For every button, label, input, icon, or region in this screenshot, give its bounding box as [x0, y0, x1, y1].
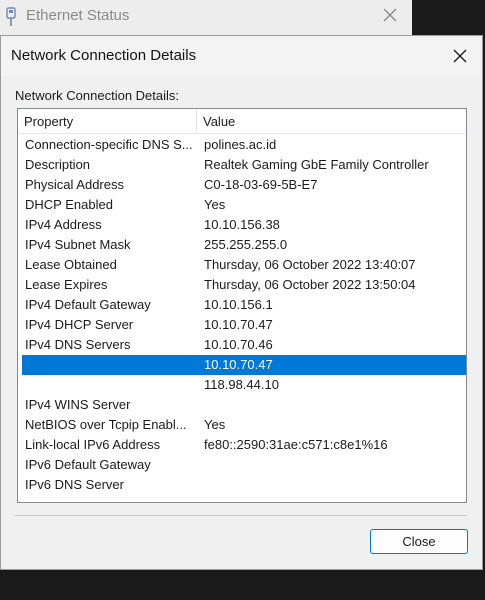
close-icon[interactable]: [380, 6, 400, 26]
row-property: Description: [25, 157, 91, 172]
row-property: DHCP Enabled: [25, 197, 113, 212]
dialog-title: Network Connection Details: [11, 47, 197, 64]
list-header: Property Value: [18, 109, 466, 134]
row-property: NetBIOS over Tcpip Enabl...: [25, 417, 187, 432]
row-value: Realtek Gaming GbE Family Controller: [204, 157, 429, 172]
row-value: Yes: [204, 197, 226, 212]
list-item[interactable]: DHCP Enabled Yes: [22, 195, 466, 215]
dialog-titlebar: Network Connection Details: [1, 36, 482, 76]
list-item[interactable]: IPv4 WINS Server: [22, 395, 466, 415]
details-group-label: Network Connection Details:: [15, 88, 180, 103]
row-value: 255.255.255.0: [204, 237, 288, 252]
list-item[interactable]: IPv6 DNS Server: [22, 475, 466, 495]
list-item[interactable]: Connection-specific DNS S... polines.ac.i…: [22, 135, 466, 155]
list-item[interactable]: 118.98.44.10: [22, 375, 466, 395]
row-property: IPv6 DNS Server: [25, 477, 124, 492]
details-list[interactable]: Property Value Connection-specific DNS S…: [17, 108, 467, 503]
row-property: IPv4 DNS Servers: [25, 337, 131, 352]
list-item[interactable]: Description Realtek Gaming GbE Family Con…: [22, 155, 466, 175]
list-item[interactable]: Physical Address C0-18-03-69-5B-E7: [22, 175, 466, 195]
row-property: IPv4 Default Gateway: [25, 297, 151, 312]
row-value: 10.10.70.47: [204, 317, 273, 332]
close-button[interactable]: Close: [370, 529, 468, 554]
row-property: Connection-specific DNS S...: [25, 137, 193, 152]
row-value: 10.10.70.47: [204, 357, 273, 372]
close-icon[interactable]: [445, 42, 475, 70]
row-value: Thursday, 06 October 2022 13:50:04: [204, 277, 416, 292]
list-rows: Connection-specific DNS S... polines.ac.i…: [22, 135, 466, 495]
list-item[interactable]: IPv6 Default Gateway: [22, 455, 466, 475]
list-item[interactable]: Lease Obtained Thursday, 06 October 2022 …: [22, 255, 466, 275]
row-property: Lease Expires: [25, 277, 108, 292]
row-property: IPv4 Subnet Mask: [25, 237, 131, 252]
column-header-value[interactable]: Value: [203, 114, 235, 129]
ethernet-status-title: Ethernet Status: [26, 7, 130, 24]
row-value: 10.10.70.46: [204, 337, 273, 352]
list-item[interactable]: IPv4 Subnet Mask 255.255.255.0: [22, 235, 466, 255]
list-item[interactable]: IPv4 Default Gateway 10.10.156.1: [22, 295, 466, 315]
row-value: polines.ac.id: [204, 137, 277, 152]
row-property: IPv4 Address: [25, 217, 102, 232]
row-property: Physical Address: [25, 177, 124, 192]
row-property: IPv4 WINS Server: [25, 397, 131, 412]
row-value: 10.10.156.38: [204, 217, 280, 232]
list-item[interactable]: Lease Expires Thursday, 06 October 2022 1…: [22, 275, 466, 295]
list-item[interactable]: IPv4 Address 10.10.156.38: [22, 215, 466, 235]
row-property: Lease Obtained: [25, 257, 117, 272]
column-separator[interactable]: [196, 109, 197, 133]
divider: [15, 515, 467, 516]
list-item[interactable]: IPv4 DHCP Server 10.10.70.47: [22, 315, 466, 335]
row-value: Yes: [204, 417, 226, 432]
column-header-property[interactable]: Property: [24, 114, 73, 129]
list-item[interactable]: NetBIOS over Tcpip Enabl... Yes: [22, 415, 466, 435]
row-value: C0-18-03-69-5B-E7: [204, 177, 318, 192]
list-item[interactable]: IPv4 DNS Servers 10.10.70.46: [22, 335, 466, 355]
row-property: Link-local IPv6 Address: [25, 437, 161, 452]
row-value: Thursday, 06 October 2022 13:40:07: [204, 257, 416, 272]
row-value: 10.10.156.1: [204, 297, 273, 312]
ethernet-icon: [4, 7, 18, 27]
list-item[interactable]: Link-local IPv6 Address fe80::2590:31ae:c…: [22, 435, 466, 455]
network-connection-details-dialog: Network Connection Details Network Conne…: [0, 35, 483, 570]
row-property: IPv4 DHCP Server: [25, 317, 134, 332]
list-item[interactable]: 10.10.70.47: [22, 355, 466, 375]
row-value: 118.98.44.10: [204, 377, 279, 392]
row-property: IPv6 Default Gateway: [25, 457, 151, 472]
row-value: fe80::2590:31ae:c571:c8e1%16: [204, 437, 388, 452]
